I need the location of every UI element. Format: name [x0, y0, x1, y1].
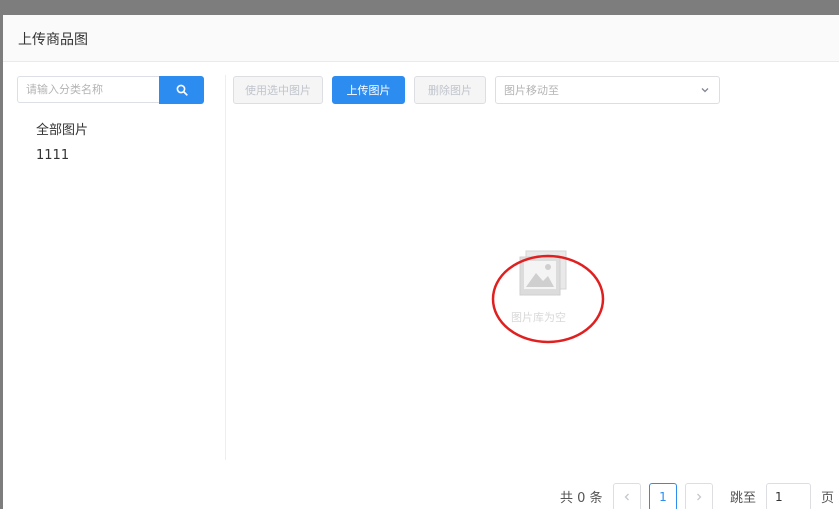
chevron-down-icon [701, 88, 709, 93]
chevron-left-icon [624, 493, 629, 501]
chevron-right-icon [697, 493, 702, 501]
next-page-button[interactable] [685, 483, 713, 509]
category-1111[interactable]: 1111 [36, 148, 69, 163]
move-to-placeholder: 图片移动至 [504, 84, 559, 97]
search-button[interactable] [159, 76, 204, 104]
move-to-select[interactable]: 图片移动至 [495, 76, 720, 104]
page-1-button[interactable]: 1 [649, 483, 677, 509]
upload-image-dialog: 上传商品图 全部图片 1111 使用选中图片 上传图片 删除图片 图片移动至 图… [3, 15, 839, 509]
search-icon [176, 84, 188, 96]
total-count: 共 0 条 [560, 491, 603, 506]
jump-label: 跳至 [730, 491, 757, 506]
prev-page-button[interactable] [613, 483, 641, 509]
annotation-circle [491, 254, 605, 344]
category-search-input[interactable] [17, 76, 159, 103]
dialog-header: 上传商品图 [3, 15, 839, 62]
use-selected-button[interactable]: 使用选中图片 [233, 76, 323, 104]
category-all-images[interactable]: 全部图片 [36, 119, 88, 138]
jump-page-input[interactable] [766, 483, 811, 509]
page-suffix: 页 [821, 491, 835, 506]
upload-image-button[interactable]: 上传图片 [332, 76, 405, 104]
dialog-title: 上传商品图 [18, 32, 88, 48]
delete-image-button[interactable]: 删除图片 [414, 76, 486, 104]
panel-divider [225, 75, 226, 460]
